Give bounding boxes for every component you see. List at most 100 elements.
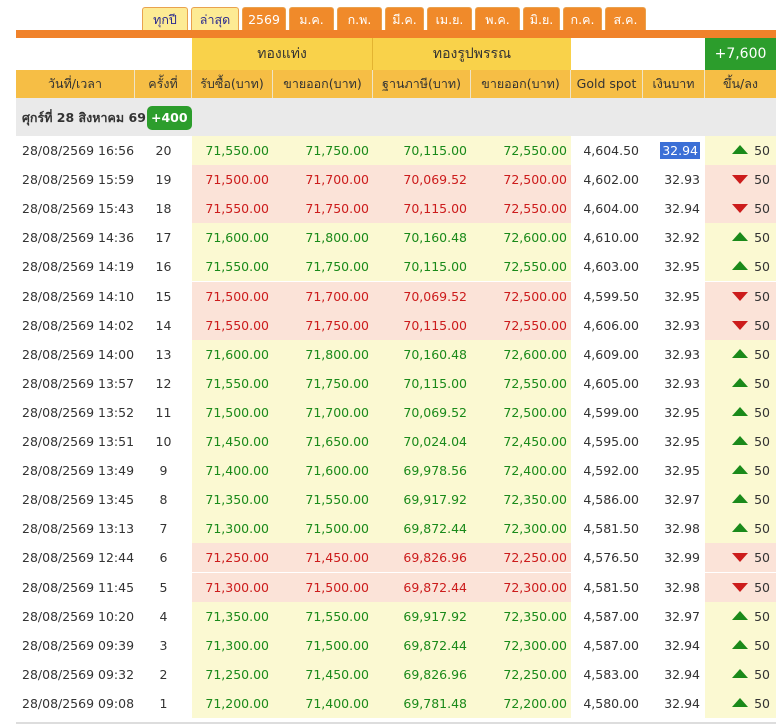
table-row: 28/08/2569 14:19 16 71,550.00 71,750.00 70,1… [16, 252, 776, 282]
cell-change: 50 [705, 514, 776, 544]
cell-change: 50 [705, 456, 776, 486]
cell-ornament-sell: 72,300.00 [471, 572, 571, 602]
cell-change: 50 [705, 572, 776, 602]
cell-bar-sell: 71,500.00 [273, 630, 373, 660]
total-change-badge: +7,600 [705, 38, 776, 70]
cell-ornament-sell: 72,500.00 [471, 397, 571, 427]
tab-item[interactable]: ก.พ. [337, 7, 382, 30]
change-value: 50 [754, 172, 770, 188]
cell-thb: 32.95 [664, 259, 700, 275]
cell-change: 50 [705, 659, 776, 689]
cell-ornament-base: 69,917.92 [373, 601, 471, 631]
cell-change: 50 [705, 339, 776, 369]
tab-item[interactable]: เม.ย. [427, 7, 472, 30]
cell-ornament-base: 69,872.44 [373, 630, 471, 660]
cell-bar-sell: 71,750.00 [273, 194, 373, 224]
table-row: 28/08/2569 09:39 3 71,300.00 71,500.00 69,87… [16, 630, 776, 660]
cell-bar-buy: 71,200.00 [192, 688, 273, 718]
arrow-up-icon [732, 610, 749, 620]
change-value: 50 [754, 434, 770, 449]
arrow-down-icon [732, 204, 749, 214]
cell-count: 13 [155, 346, 172, 362]
col-header-count[interactable]: ครั้งที่ [135, 70, 192, 98]
tab-item[interactable]: ส.ค. [605, 7, 646, 30]
cell-bar-sell: 71,750.00 [273, 368, 373, 398]
cell-ornament-sell: 72,300.00 [471, 630, 571, 660]
change-value: 50 [754, 695, 770, 711]
arrow-up-icon [732, 668, 749, 678]
col-header-datetime[interactable]: วันที่/เวลา [16, 70, 135, 98]
col-header-thb[interactable]: เงินบาท [643, 70, 705, 98]
cell-ornament-sell: 72,550.00 [471, 136, 571, 166]
cell-change: 50 [705, 397, 776, 427]
cell-ornament-sell: 72,400.00 [471, 456, 571, 486]
arrow-up-icon [732, 494, 749, 504]
tab-item[interactable]: ล่าสุด [191, 7, 239, 30]
cell-thb: 32.97 [664, 608, 700, 624]
cell-bar-sell: 71,700.00 [273, 397, 373, 427]
tab-item[interactable]: มี.ค. [385, 7, 424, 30]
arrow-up-icon [732, 697, 749, 707]
cell-thb: 32.93 [664, 346, 700, 362]
cell-gold-spot: 4,599.00 [583, 404, 639, 420]
cell-gold-spot: 4,581.50 [583, 579, 639, 595]
cell-bar-buy: 71,350.00 [192, 485, 273, 515]
cell-bar-sell: 71,800.00 [273, 339, 373, 369]
cell-ornament-sell: 72,600.00 [471, 339, 571, 369]
date-group-row: ศุกร์ที่ 28 สิงหาคม 69 +400 [16, 98, 776, 136]
cell-thb: 32.99 [664, 550, 700, 566]
cell-gold-spot: 4,576.50 [583, 550, 639, 566]
cell-ornament-sell: 72,600.00 [471, 223, 571, 253]
col-header-gold-spot[interactable]: Gold spot [571, 70, 643, 98]
cell-thb: 32.98 [664, 521, 700, 537]
arrow-up-icon [732, 261, 749, 271]
tab-item[interactable]: ม.ค. [289, 7, 334, 30]
arrow-up-icon [732, 232, 749, 242]
cell-ornament-base: 70,160.48 [373, 339, 471, 369]
cell-gold-spot: 4,599.50 [583, 288, 639, 304]
tab-item[interactable]: ทุกปี [142, 7, 188, 30]
cell-ornament-base: 70,115.00 [373, 252, 471, 282]
arrow-up-icon [732, 639, 749, 649]
cell-gold-spot: 4,605.00 [583, 375, 639, 391]
change-value: 50 [754, 375, 770, 391]
tab-item[interactable]: พ.ค. [475, 7, 520, 30]
col-header-bar-buy[interactable]: รับซื้อ(บาท) [192, 70, 273, 98]
cell-ornament-base: 69,781.48 [373, 688, 471, 718]
col-header-ornament-base[interactable]: ฐานภาษี(บาท) [373, 70, 471, 98]
cell-count: 8 [159, 492, 168, 508]
tab-item[interactable]: 2569 [242, 7, 286, 30]
arrow-up-icon [732, 406, 749, 416]
cell-bar-buy: 71,450.00 [192, 427, 273, 457]
table-row: 28/08/2569 09:08 1 71,200.00 71,400.00 69,78… [16, 688, 776, 718]
cell-ornament-base: 70,115.00 [373, 368, 471, 398]
cell-gold-spot: 4,609.00 [583, 346, 639, 362]
cell-thb: 32.95 [664, 434, 700, 449]
change-value: 50 [754, 637, 770, 653]
arrow-down-icon [732, 582, 749, 592]
cell-count: 11 [155, 404, 172, 420]
cell-gold-spot: 4,604.00 [583, 201, 639, 217]
col-header-ornament-sell[interactable]: ขายออก(บาท) [471, 70, 571, 98]
table-row: 28/08/2569 15:43 18 71,550.00 71,750.00 70,1… [16, 194, 776, 224]
cell-bar-sell: 71,700.00 [273, 281, 373, 311]
arrow-up-icon [732, 523, 749, 533]
cell-bar-buy: 71,550.00 [192, 310, 273, 340]
col-header-bar-sell[interactable]: ขายออก(บาท) [273, 70, 373, 98]
arrow-up-icon [732, 465, 749, 475]
cell-ornament-sell: 72,250.00 [471, 659, 571, 689]
cell-bar-sell: 71,400.00 [273, 688, 373, 718]
cell-bar-buy: 71,600.00 [192, 223, 273, 253]
col-header-change[interactable]: ขึ้น/ลง [705, 70, 776, 98]
tab-item[interactable]: ก.ค. [563, 7, 602, 30]
change-value: 50 [754, 288, 770, 304]
selected-text: 32.94 [660, 142, 700, 159]
cell-bar-sell: 71,500.00 [273, 572, 373, 602]
cell-gold-spot: 4,586.00 [583, 492, 639, 508]
table-row: 28/08/2569 14:02 14 71,550.00 71,750.00 70,1… [16, 310, 776, 340]
cell-bar-buy: 71,250.00 [192, 659, 273, 689]
tab-item[interactable]: มิ.ย. [523, 7, 560, 30]
cell-gold-spot: 4,592.00 [583, 463, 639, 479]
arrow-down-icon [732, 175, 749, 185]
cell-count: 4 [159, 608, 168, 624]
